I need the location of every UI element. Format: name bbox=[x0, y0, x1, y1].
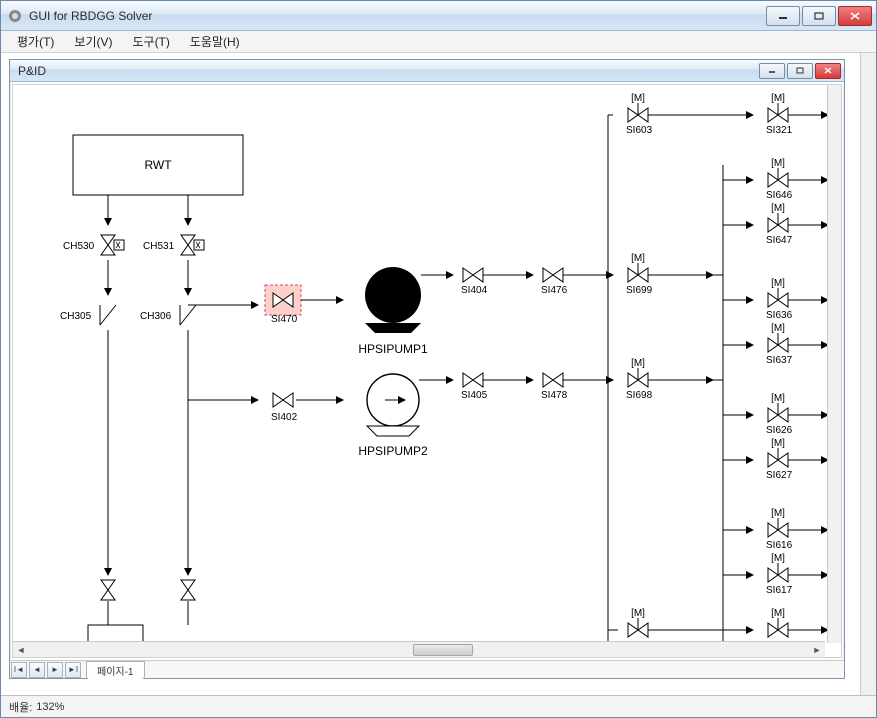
inner-window-title: P&ID bbox=[18, 64, 757, 78]
zoom-value: 132% bbox=[36, 701, 64, 713]
scroll-left-icon[interactable]: ◄ bbox=[13, 642, 29, 658]
valve-ch305[interactable] bbox=[100, 305, 116, 325]
valve-si402[interactable] bbox=[273, 393, 293, 407]
label-si402: SI402 bbox=[271, 412, 298, 423]
bottom-valve-2[interactable] bbox=[181, 580, 195, 600]
label-ch305: CH305 bbox=[60, 311, 92, 322]
inner-maximize-button[interactable] bbox=[787, 63, 813, 79]
valve-si603[interactable] bbox=[628, 93, 648, 122]
label-si699: SI699 bbox=[626, 285, 653, 296]
scroll-right-icon[interactable]: ► bbox=[809, 642, 825, 658]
page-nav: I◄ ◄ ► ►I 페이지-1 bbox=[10, 660, 844, 678]
nav-last-button[interactable]: ►I bbox=[65, 662, 81, 678]
valve-si616[interactable] bbox=[768, 508, 788, 537]
label-ch306: CH306 bbox=[140, 311, 172, 322]
inner-titlebar: P&ID bbox=[10, 60, 844, 82]
menubar: 평가(T) 보기(V) 도구(T) 도움말(H) bbox=[1, 31, 876, 53]
label-si646: SI646 bbox=[766, 190, 793, 201]
label-si616: SI616 bbox=[766, 540, 793, 551]
main-window: GUI for RBDGG Solver 평가(T) 보기(V) 도구(T) 도… bbox=[0, 0, 877, 718]
valve-si699[interactable] bbox=[628, 253, 648, 282]
statusbar: 배율: 132% bbox=[1, 695, 876, 717]
label-si627: SI627 bbox=[766, 470, 793, 481]
outer-vertical-scrollbar[interactable] bbox=[860, 53, 876, 695]
menu-evaluate[interactable]: 평가(T) bbox=[7, 31, 64, 52]
label-si636: SI636 bbox=[766, 310, 793, 321]
label-si476: SI476 bbox=[541, 285, 568, 296]
label-si637: SI637 bbox=[766, 355, 793, 366]
valve-si646[interactable] bbox=[768, 158, 788, 187]
minimize-button[interactable] bbox=[766, 6, 800, 26]
inner-horizontal-scrollbar[interactable]: ◄ ► bbox=[13, 641, 825, 657]
valve-si647[interactable] bbox=[768, 203, 788, 232]
valve-si698[interactable] bbox=[628, 358, 648, 387]
maximize-button[interactable] bbox=[802, 6, 836, 26]
page-tab-1[interactable]: 페이지-1 bbox=[86, 661, 145, 679]
label-si617: SI617 bbox=[766, 585, 793, 596]
label-si603: SI603 bbox=[626, 125, 653, 136]
valve-si617[interactable] bbox=[768, 553, 788, 582]
label-si698: SI698 bbox=[626, 390, 653, 401]
label-ch530: CH530 bbox=[63, 241, 95, 252]
valve-si321[interactable] bbox=[768, 93, 788, 122]
app-icon bbox=[7, 8, 23, 24]
titlebar: GUI for RBDGG Solver bbox=[1, 1, 876, 31]
valve-si637[interactable] bbox=[768, 323, 788, 352]
bottom-valve-1[interactable] bbox=[101, 580, 115, 600]
nav-next-button[interactable]: ► bbox=[47, 662, 63, 678]
menu-tools[interactable]: 도구(T) bbox=[122, 31, 179, 52]
label-si647: SI647 bbox=[766, 235, 793, 246]
valve-si636[interactable] bbox=[768, 278, 788, 307]
valve-ch306[interactable] bbox=[180, 305, 196, 325]
close-button[interactable] bbox=[838, 6, 872, 26]
diagram-canvas[interactable]: [M] bbox=[12, 84, 842, 658]
valve-ch531[interactable] bbox=[181, 235, 204, 255]
zoom-label: 배율: bbox=[9, 699, 32, 715]
pump2-label: HPSIPUMP2 bbox=[358, 444, 428, 458]
valve-si627[interactable] bbox=[768, 438, 788, 467]
label-si321: SI321 bbox=[766, 125, 793, 136]
label-ch531: CH531 bbox=[143, 241, 175, 252]
label-si626: SI626 bbox=[766, 425, 793, 436]
valve-bottom-left[interactable] bbox=[628, 608, 648, 637]
rwt-label: RWT bbox=[144, 158, 172, 172]
inner-window-pid: P&ID bbox=[9, 59, 845, 679]
label-si405: SI405 bbox=[461, 390, 488, 401]
menu-help[interactable]: 도움말(H) bbox=[180, 31, 250, 52]
valve-si404[interactable] bbox=[463, 268, 483, 282]
valve-si478[interactable] bbox=[543, 373, 563, 387]
valve-si405[interactable] bbox=[463, 373, 483, 387]
inner-close-button[interactable] bbox=[815, 63, 841, 79]
nav-prev-button[interactable]: ◄ bbox=[29, 662, 45, 678]
valve-si626[interactable] bbox=[768, 393, 788, 422]
valve-bottom-right[interactable] bbox=[768, 608, 788, 637]
label-si470: SI470 bbox=[271, 314, 298, 325]
mdi-area: P&ID bbox=[1, 53, 876, 695]
valve-si476[interactable] bbox=[543, 268, 563, 282]
pump1-icon[interactable] bbox=[365, 267, 421, 323]
label-si478: SI478 bbox=[541, 390, 568, 401]
inner-minimize-button[interactable] bbox=[759, 63, 785, 79]
label-si404: SI404 bbox=[461, 285, 488, 296]
nav-first-button[interactable]: I◄ bbox=[11, 662, 27, 678]
inner-vertical-scrollbar[interactable] bbox=[827, 85, 841, 643]
window-title: GUI for RBDGG Solver bbox=[29, 9, 764, 23]
menu-view[interactable]: 보기(V) bbox=[64, 31, 122, 52]
valve-ch530[interactable] bbox=[101, 235, 124, 255]
pump1-label: HPSIPUMP1 bbox=[358, 342, 428, 356]
scroll-thumb[interactable] bbox=[413, 644, 473, 656]
